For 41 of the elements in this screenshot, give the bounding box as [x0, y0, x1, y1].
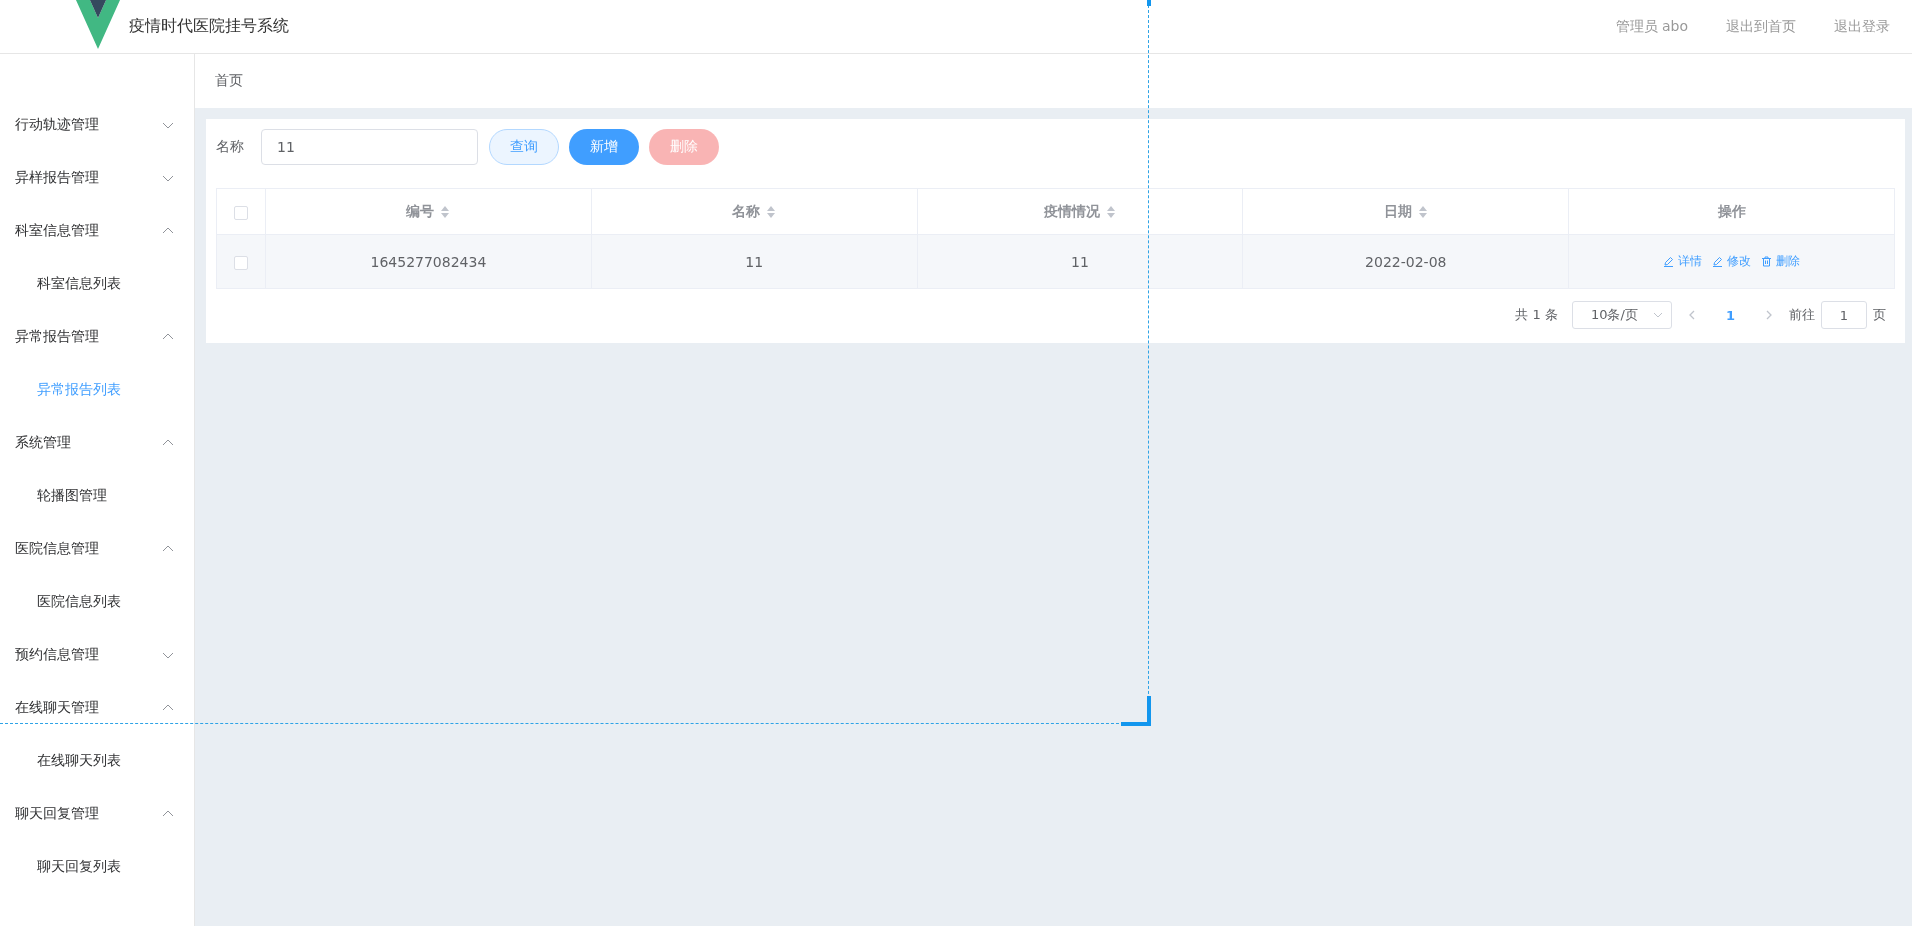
user-label: 管理员 abo: [1615, 17, 1688, 36]
sort-icon: [1417, 204, 1428, 219]
sidebar-item[interactable]: 聊天回复管理: [0, 787, 194, 840]
sidebar-item[interactable]: 科室信息管理: [0, 204, 194, 257]
field-label: 名称: [216, 138, 244, 156]
trash-icon: [1761, 256, 1773, 267]
sidebar-item[interactable]: 异样报告管理: [0, 151, 194, 204]
sort-icon: [1106, 204, 1116, 219]
page-jump-field[interactable]: 1: [1821, 301, 1867, 329]
total-label: 共 1 条: [1515, 306, 1558, 324]
sidebar-subitem[interactable]: 聊天回复列表: [0, 840, 194, 893]
checkbox[interactable]: [234, 255, 248, 270]
sidebar-item[interactable]: 预约信息管理: [0, 628, 194, 681]
jump-label: 前往: [1789, 306, 1815, 324]
breadcrumb-item[interactable]: 首页: [215, 72, 243, 90]
sort-icon: [766, 204, 777, 219]
checkbox[interactable]: [234, 205, 248, 220]
app-title: 疫情时代医院挂号系统: [129, 16, 289, 37]
sidebar-item[interactable]: 在线聊天管理: [0, 681, 194, 734]
sidebar-item[interactable]: 医院信息管理: [0, 522, 194, 575]
sidebar-item[interactable]: 系统管理: [0, 416, 194, 469]
sidebar-subitem[interactable]: 医院信息列表: [0, 575, 194, 628]
sort-icon: [440, 204, 451, 219]
table-cell: 1645277082434: [265, 234, 592, 289]
sidebar-item[interactable]: 异常报告管理: [0, 310, 194, 363]
selection-edge-handle[interactable]: [1147, 0, 1151, 6]
table-cell: 11: [917, 234, 1243, 289]
page-size-select[interactable]: 10条/页: [1571, 301, 1672, 329]
page-unit-label: 页: [1873, 306, 1886, 324]
table-cell: 11: [591, 234, 918, 289]
name-input-field[interactable]: 11: [261, 129, 478, 165]
sidebar-subitem[interactable]: 轮播图管理: [0, 469, 194, 522]
selection-corner-handle[interactable]: [1121, 696, 1151, 726]
chevron-down-icon: [1652, 310, 1663, 320]
table-cell: 2022-02-08: [1242, 234, 1569, 289]
sidebar-item[interactable]: 行动轨迹管理: [0, 98, 194, 151]
sidebar-subitem[interactable]: 科室信息列表: [0, 257, 194, 310]
column-header: 操作: [1568, 188, 1895, 235]
pencil-icon: [1712, 256, 1724, 267]
pencil-icon: [1663, 256, 1675, 267]
sidebar-subitem[interactable]: 在线聊天列表: [0, 734, 194, 787]
